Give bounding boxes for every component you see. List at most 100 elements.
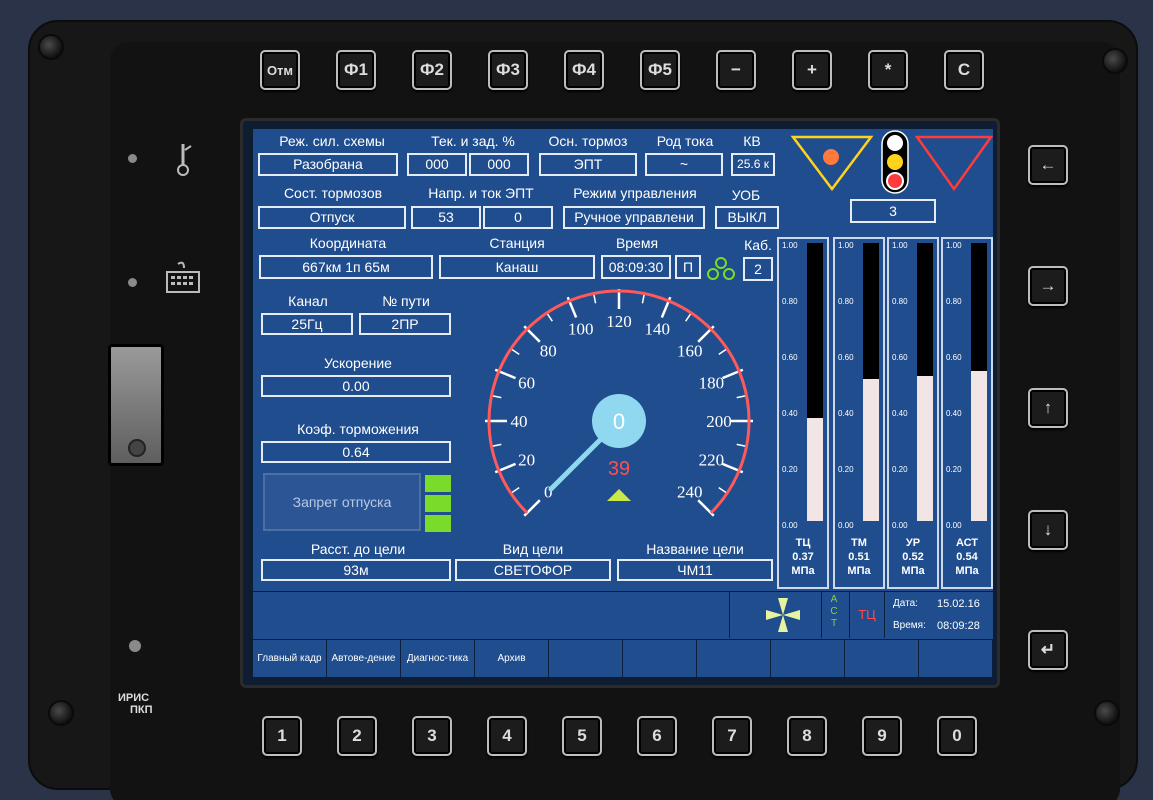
braking-coefficient-value: 0.64 (261, 441, 451, 463)
gauge-track (807, 243, 823, 521)
gauge-name: АСТ (955, 537, 979, 549)
f5-button[interactable]: Ф5 (640, 50, 680, 90)
uob-value: ВЫКЛ (715, 206, 779, 229)
menu-empty-8[interactable] (771, 639, 845, 677)
digit-2-button[interactable]: 2 (337, 716, 377, 756)
red-signal-triangle-icon (914, 135, 993, 192)
digit-5-button[interactable]: 5 (562, 716, 602, 756)
menu-diagnostics[interactable]: Диагнос-тика (401, 639, 475, 677)
lcd-area: Реж. сил. схемы Разобрана Тек. и зад. % … (253, 129, 993, 677)
gauge-tick-label: 0.40 (782, 409, 798, 418)
digit-3-button[interactable]: 3 (412, 716, 452, 756)
screw (1094, 700, 1120, 726)
gauge-tick-label: 0.20 (946, 465, 962, 474)
station-label: Станция (489, 235, 545, 251)
gauge-tick-label: 1.00 (838, 241, 854, 250)
menu-empty-7[interactable] (697, 639, 771, 677)
logo-line-1: ИРИС (118, 692, 150, 704)
right-arrow-button[interactable]: → (1028, 266, 1068, 306)
plus-button[interactable]: + (792, 50, 832, 90)
kv-value: 25.6 к (731, 153, 775, 176)
speedometer-tick (510, 487, 520, 494)
digit-8-button[interactable]: 8 (787, 716, 827, 756)
gauge-tick-label: 0.00 (892, 521, 908, 530)
speedometer-label: 60 (518, 374, 535, 393)
speedometer-tick (592, 293, 597, 304)
gauge-track (971, 243, 987, 521)
screw (48, 700, 74, 726)
gauge-name: ТМ (851, 537, 867, 549)
f1-button[interactable]: Ф1 (336, 50, 376, 90)
tc-indicator: ТЦ (849, 592, 885, 638)
menu-main-frame[interactable]: Главный кадр (253, 639, 327, 677)
star-button[interactable]: * (868, 50, 908, 90)
down-arrow-button[interactable]: ↓ (1028, 510, 1068, 550)
clock-label: Время: (893, 620, 926, 631)
gauge-unit: МПа (955, 565, 979, 577)
current-speed-value: 0 (613, 409, 625, 434)
brake-cylinder-icon (707, 257, 735, 280)
gauge-value: 0.54 (956, 551, 978, 563)
screw (1102, 48, 1128, 74)
gauge-tick-label: 0.60 (838, 353, 854, 362)
speedometer-tick (736, 443, 747, 448)
speedometer-tick (736, 394, 747, 399)
ept-voltage-value: 53 (411, 206, 481, 229)
menu-empty-6[interactable] (623, 639, 697, 677)
gauge-tick-label: 0.80 (946, 297, 962, 306)
soft-menu: Главный кадр Автове-дение Диагнос-тика А… (253, 639, 993, 677)
menu-empty-9[interactable] (845, 639, 919, 677)
target-type-label: Вид цели (502, 541, 564, 557)
gauge-tick-label: 0.80 (782, 297, 798, 306)
menu-archive[interactable]: Архив (475, 639, 549, 677)
speedometer-label: 180 (699, 374, 725, 393)
gauge-value: 0.52 (902, 551, 924, 563)
green-indicator-square (425, 495, 451, 512)
gauge-tick-label: 0.60 (946, 353, 962, 362)
digit-7-button[interactable]: 7 (712, 716, 752, 756)
control-mode-label: Режим управления (573, 185, 697, 201)
speedometer-label: 220 (699, 450, 725, 469)
left-arrow-button[interactable]: ← (1028, 145, 1068, 185)
gauge-tick-label: 0.20 (892, 465, 908, 474)
gauge-track (863, 243, 879, 521)
speedometer-tick (491, 443, 502, 448)
gauge-tick-label: 0.00 (838, 521, 854, 530)
current-type-value: ~ (645, 153, 723, 176)
up-arrow-button[interactable]: ↑ (1028, 388, 1068, 428)
gauge-tick-label: 0.60 (782, 353, 798, 362)
f3-button[interactable]: Ф3 (488, 50, 528, 90)
minus-button[interactable]: − (716, 50, 756, 90)
gauge-tick-label: 0.40 (838, 409, 854, 418)
digit-6-button[interactable]: 6 (637, 716, 677, 756)
digit-0-button[interactable]: 0 (937, 716, 977, 756)
enter-button[interactable]: ↵ (1028, 630, 1068, 670)
menu-empty-5[interactable] (549, 639, 623, 677)
ast-vertical-label: АСТ (830, 594, 838, 629)
gauge-name: ТЦ (795, 537, 811, 549)
f2-button[interactable]: Ф2 (412, 50, 452, 90)
speedometer-label: 100 (568, 320, 594, 339)
menu-auto-driving[interactable]: Автове-дение (327, 639, 401, 677)
distance-to-target-value: 93м (261, 559, 451, 581)
p-mode-value: П (675, 255, 701, 279)
iris-logo: ИРИС ПКП (118, 692, 153, 716)
speedometer-tick (491, 394, 502, 399)
digit-4-button[interactable]: 4 (487, 716, 527, 756)
screw (38, 34, 64, 60)
gauge-fill (971, 370, 987, 521)
digit-9-button[interactable]: 9 (862, 716, 902, 756)
yellow-signal-triangle-icon (790, 135, 874, 192)
station-value: Канаш (439, 255, 595, 279)
green-indicator-square (425, 475, 451, 492)
signal-number-value: 3 (850, 199, 936, 223)
track-number-label: № пути (382, 293, 430, 309)
date-label: Дата: (893, 598, 918, 609)
gauge-fill (863, 379, 879, 521)
cancel-button[interactable]: Отм (260, 50, 300, 90)
f4-button[interactable]: Ф4 (564, 50, 604, 90)
c-button[interactable]: С (944, 50, 984, 90)
digit-1-button[interactable]: 1 (262, 716, 302, 756)
gauge-tick-label: 1.00 (782, 241, 798, 250)
menu-empty-10[interactable] (919, 639, 993, 677)
